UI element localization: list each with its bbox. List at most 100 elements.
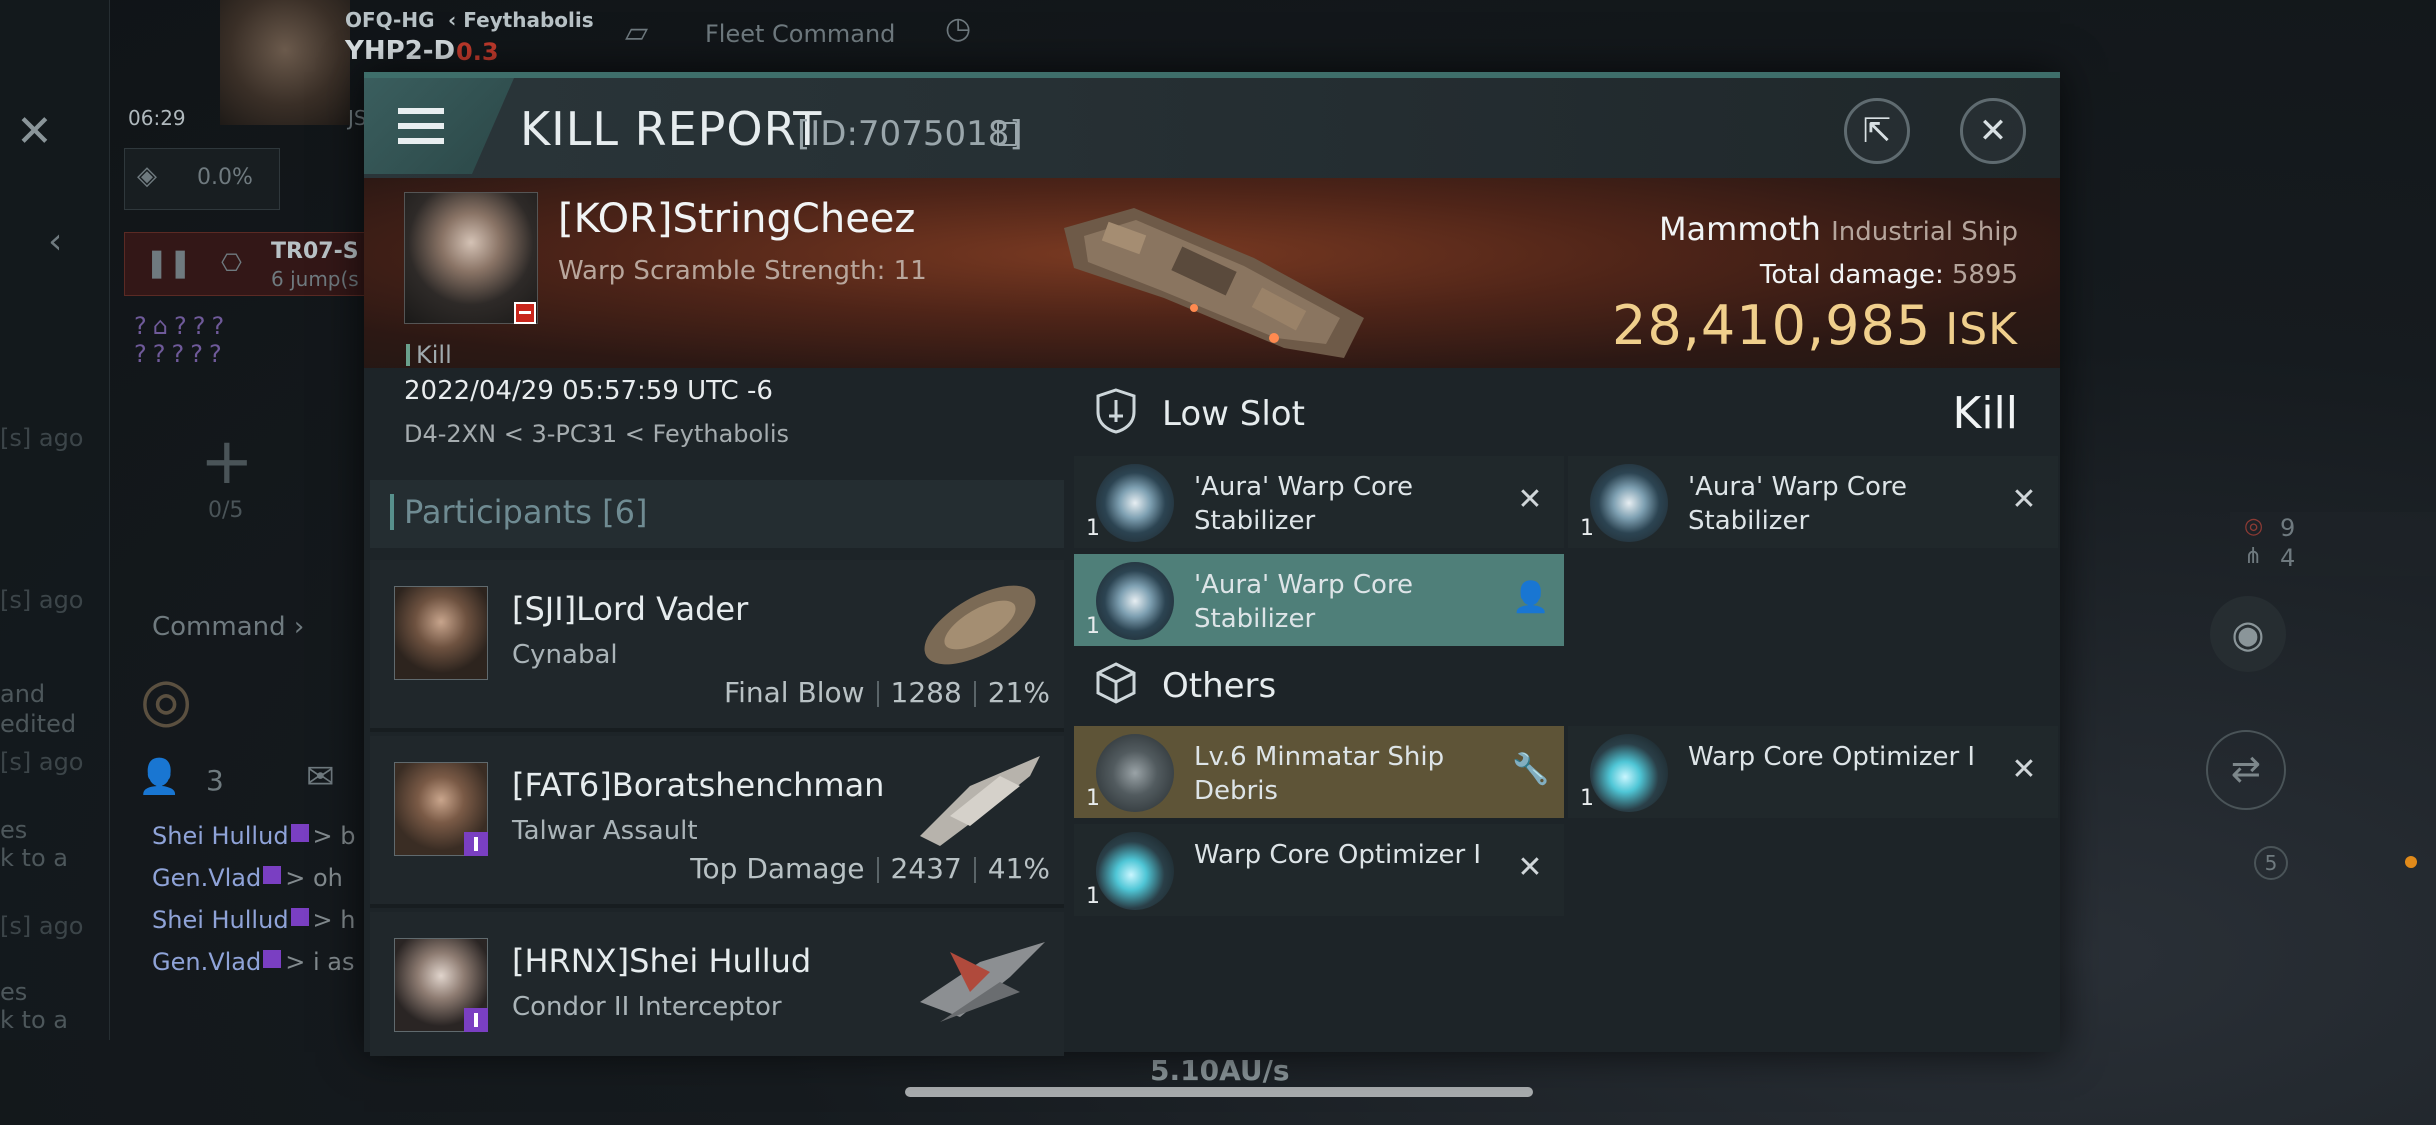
side-line-6: k to a [0,1006,68,1034]
time-ago-4: [s] ago [0,912,84,940]
participant-name: [HRNX]Shei Hullud [512,942,812,980]
share-icon[interactable]: ⇱ [1844,98,1910,164]
time-display: 06:29 [128,106,186,130]
item-card[interactable]: 1 'Aura' Warp Core Stabilizer ✕ [1568,456,2058,548]
security-status: 0.3 [456,38,499,66]
info-badge [464,832,488,856]
item-card[interactable]: 1 'Aura' Warp Core Stabilizer 👤 [1074,554,1564,646]
participant-ship: Talwar Assault [512,816,698,846]
participants-title: Participants [6] [390,494,647,530]
close-icon[interactable]: ✕ [16,110,53,154]
warp-core-stabilizer-icon [1590,464,1668,542]
destroyed-icon: ✕ [1517,850,1543,885]
side-line-4: k to a [0,844,68,872]
speed-readout: 5.10AU/s [1150,1054,1290,1087]
participant-name: [FAT6]Boratshenchman [512,766,885,804]
participant-ship: Condor II Interceptor [512,992,782,1022]
side-line-5: es [0,978,28,1006]
pilot-portrait[interactable] [220,0,350,125]
add-icon[interactable]: + [200,430,254,494]
participant-ship: Cynabal [512,640,618,670]
corp-ticker: OFQ-HG [345,8,435,32]
ship-image [924,585,1036,665]
item-quantity: 1 [1086,516,1100,541]
clock-icon[interactable]: ◷ [945,14,971,44]
participant-row[interactable]: [SJI]Lord Vader Cynabal Final Blow 1288 21… [370,560,1064,732]
chat-line[interactable]: Shei Hullud > h [152,906,356,934]
menu-button[interactable] [364,78,514,174]
mail-icon[interactable]: ✉ [306,760,335,794]
avatar[interactable] [394,586,488,680]
fleet-icon[interactable]: ▱ [625,18,648,48]
ship-debris-icon [1096,734,1174,812]
kill-location[interactable]: D4-2XN < 3-PC31 < Feythabolis [404,420,789,448]
kill-report-modal: KILL REPORT [ID:7075018] ⇱ ✕ [KOR]String… [364,72,2060,1056]
route-box[interactable]: ❚❚ ⎔ TR07-S 6 jump(s [124,232,368,296]
pause-icon[interactable]: ❚❚ [145,249,192,277]
neutral-icon: ⋔ [2244,544,2263,569]
ship-image [920,942,1045,1022]
participant-stats: Final Blow 1288 21% [724,676,1050,709]
time-ago-1: [s] ago [0,424,84,452]
close-icon[interactable]: ✕ [1960,98,2026,164]
time-ago-3: [s] ago [0,748,84,776]
warp-core-stabilizer-icon [1096,562,1174,640]
victim-banner: [KOR]StringCheez Warp Scramble Strength:… [364,178,2060,448]
ship-type: Mammoth Industrial Ship [1658,210,2018,248]
target-icon[interactable]: ◎ [140,670,192,730]
section-title: Others [1162,666,1277,706]
members-icon[interactable]: 👤 [138,760,180,794]
kill-tag: Kill [406,343,452,367]
item-card[interactable]: 1 'Aura' Warp Core Stabilizer ✕ [1074,456,1564,548]
overview-counts[interactable]: ◎ 9 ⋔ 4 [2230,512,2436,576]
participant-row[interactable]: [HRNX]Shei Hullud Condor II Interceptor [370,912,1064,1056]
item-card[interactable]: 1 Warp Core Optimizer I ✕ [1074,824,1564,916]
participant-row[interactable]: [FAT6]Boratshenchman Talwar Assault Top … [370,736,1064,908]
status-badge [514,302,536,324]
item-quantity: 1 [1086,786,1100,811]
neutral-count: 4 [2280,544,2296,572]
victim-name[interactable]: [KOR]StringCheez [558,196,915,242]
warp-scramble-strength: Warp Scramble Strength: 11 [558,256,927,286]
ship-image [920,756,1040,846]
destroyed-icon: ✕ [1517,482,1543,517]
copy-icon[interactable] [997,122,1017,146]
chat-line[interactable]: Shei Hullud > b [152,822,356,850]
swap-icon[interactable]: ⇄ [2206,730,2286,810]
destroyed-icon: ✕ [2011,752,2037,787]
members-count: 3 [206,764,224,797]
fleet-command-tab[interactable]: Fleet Command [705,20,895,48]
time-ago-2: [s] ago [0,586,84,614]
low-slot-header: Low Slot [1074,374,2060,450]
modal-header: KILL REPORT [ID:7075018] ⇱ ✕ [364,78,2060,178]
region-name: ‹ Feythabolis [448,8,594,32]
others-header: Others [1074,646,2060,722]
system-markers: ?⌂???????? [134,312,231,368]
item-name: 'Aura' Warp Core Stabilizer [1688,472,1908,536]
side-line-2: edited [0,710,77,738]
chat-line[interactable]: Gen.Vlad > i as [152,948,354,976]
command-label[interactable]: Command › [152,612,304,642]
chat-line[interactable]: Gen.Vlad > oh [152,864,343,892]
drone-badge: 5 [2254,846,2288,880]
item-card[interactable]: 1 Lv.6 Minmatar Ship Debris 🔧 [1074,726,1564,818]
home-indicator[interactable] [905,1087,1533,1097]
cargo-icon: ◈ [137,161,157,191]
cargo-box[interactable]: ◈ 0.0% [124,148,280,210]
modal-title: KILL REPORT [520,102,823,156]
shield-icon [1096,388,1136,434]
participants-panel: Participants [6] [SJI]Lord Vader Cynabal… [370,480,1064,1056]
system-name[interactable]: YHP2-D [345,36,455,66]
chevron-left-icon[interactable]: ‹ [48,224,62,260]
warp-core-stabilizer-icon [1096,464,1174,542]
isk-value: 28,410,985 ISK [1612,294,2018,357]
item-card[interactable]: 1 Warp Core Optimizer I ✕ [1568,726,2058,818]
item-quantity: 1 [1086,614,1100,639]
item-name: 'Aura' Warp Core Stabilizer [1194,570,1414,634]
report-id: [ID:7075018] [797,114,1023,154]
wrench-icon: 🔧 [1512,752,1550,787]
item-quantity: 1 [1086,884,1100,909]
eye-icon[interactable]: ◉ [2210,596,2286,672]
warp-core-optimizer-icon [1590,734,1668,812]
item-name: Lv.6 Minmatar Ship Debris [1194,742,1445,806]
